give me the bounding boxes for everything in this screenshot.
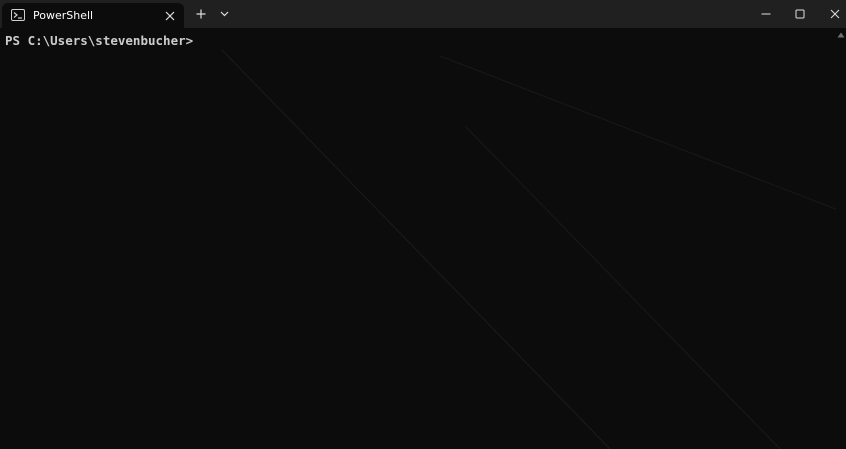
tab-close-button[interactable] — [162, 8, 178, 24]
chevron-down-icon — [220, 11, 228, 17]
command-prompt[interactable]: PS C:\Users\stevenbucher> — [5, 33, 193, 48]
minimize-icon — [761, 13, 771, 15]
tab-dropdown-button[interactable] — [216, 6, 232, 22]
maximize-button[interactable] — [782, 0, 818, 28]
scroll-up-arrow-icon[interactable] — [837, 31, 845, 39]
tab-label: PowerShell — [33, 9, 94, 22]
tab-powershell[interactable]: PowerShell — [2, 3, 184, 28]
powershell-icon — [11, 9, 25, 21]
maximize-icon — [795, 9, 805, 19]
terminal-window: PowerShell PS C:\Users\stevenbucher> — [0, 0, 846, 449]
close-icon — [830, 9, 840, 19]
close-icon — [165, 11, 175, 21]
minimize-button[interactable] — [748, 0, 784, 28]
title-bar: PowerShell — [0, 0, 846, 28]
vertical-scrollbar[interactable] — [836, 28, 846, 449]
plus-icon — [196, 9, 206, 19]
close-window-button[interactable] — [817, 0, 846, 28]
new-tab-button[interactable] — [192, 5, 210, 23]
terminal-output[interactable]: PS C:\Users\stevenbucher> — [0, 28, 836, 449]
